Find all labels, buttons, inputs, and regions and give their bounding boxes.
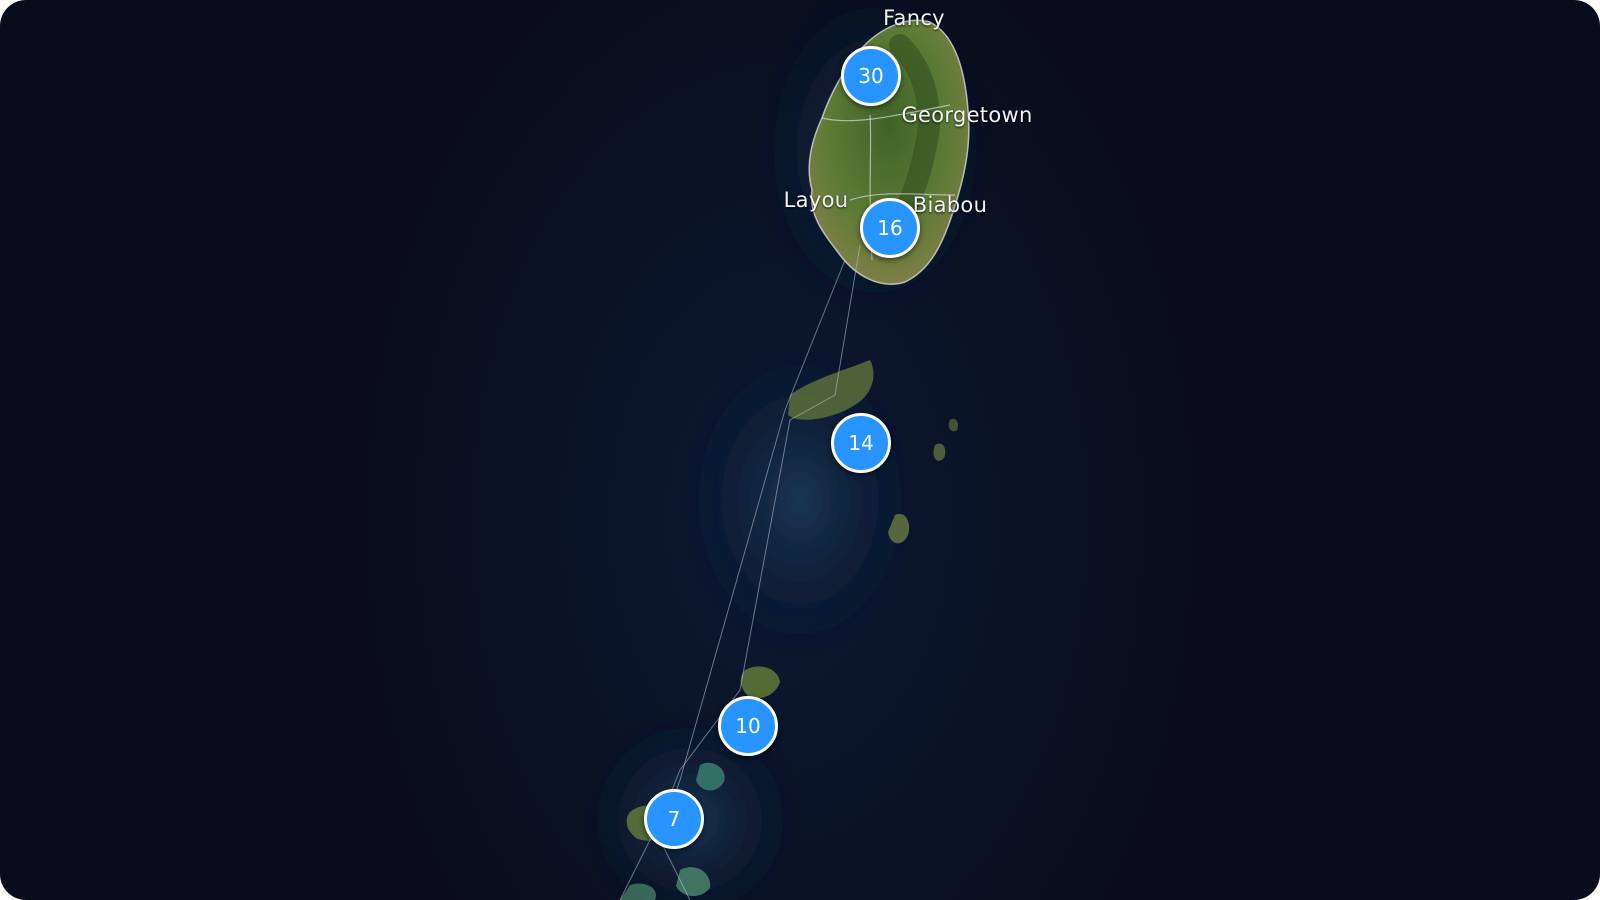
shallow-water-grenadines [680, 340, 920, 660]
cluster-marker[interactable]: 14 [831, 413, 891, 473]
cluster-marker[interactable]: 16 [860, 198, 920, 258]
place-label-georgetown: Georgetown [901, 103, 1033, 127]
map-basemap [580, 0, 995, 900]
island-small-1 [933, 443, 946, 461]
island-small-2 [948, 418, 959, 432]
place-label-layou: Layou [783, 188, 849, 212]
place-label-fancy: Fancy [883, 6, 945, 30]
place-label-biabou: Biabou [912, 193, 988, 217]
map-view[interactable]: Fancy Georgetown Layou Biabou 30 16 14 1… [0, 0, 1600, 900]
cluster-count: 16 [877, 216, 903, 240]
island-canouan [740, 666, 780, 699]
cluster-marker[interactable]: 7 [644, 789, 704, 849]
cluster-count: 7 [667, 807, 681, 831]
cluster-marker[interactable]: 10 [718, 696, 778, 756]
cluster-marker[interactable]: 30 [841, 46, 901, 106]
cluster-count: 14 [848, 431, 874, 455]
cluster-count: 30 [858, 64, 884, 88]
cluster-count: 10 [735, 714, 761, 738]
